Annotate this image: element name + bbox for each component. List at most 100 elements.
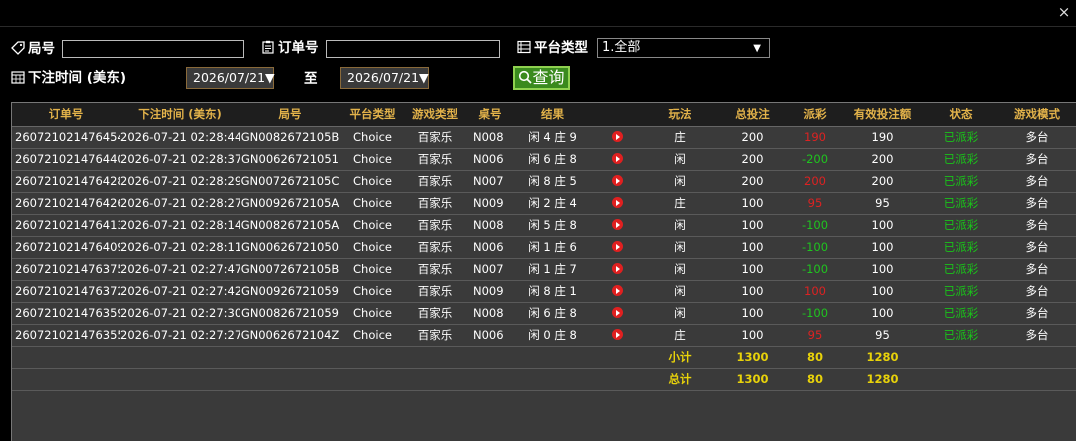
- summary-empty-cell: [925, 346, 997, 369]
- play-icon[interactable]: [612, 131, 623, 142]
- table-cell-result: 闲 1 庄 6: [515, 236, 590, 259]
- table-cell-payout: -100: [790, 236, 840, 259]
- table-row: 260721021476413 2026-07-21 02:28:14 GN0082…: [12, 214, 1076, 237]
- table-cell-game: 百家乐: [405, 302, 465, 325]
- table-cell-round: GN0072672105B: [240, 258, 340, 281]
- table-cell-game: 百家乐: [405, 192, 465, 215]
- summary-empty-cell: [515, 346, 590, 369]
- tag-icon: [11, 41, 25, 55]
- table-cell-result: 闲 8 庄 1: [515, 280, 590, 303]
- table-cell-mode: 多台: [997, 302, 1076, 325]
- header-table-no: 桌号: [465, 103, 515, 127]
- play-icon[interactable]: [612, 153, 623, 164]
- table-cell-replay: [590, 258, 645, 281]
- header-result: 结果: [515, 103, 590, 127]
- table-cell-payout: 100: [790, 280, 840, 303]
- date-to-picker[interactable]: 2026/07/21▼: [340, 67, 429, 89]
- table-cell-status: 已派彩: [925, 148, 997, 171]
- summary-total: 1300: [715, 368, 790, 391]
- table-cell-replay: [590, 280, 645, 303]
- bet-records-table: 订单号 下注时间 (美东) 局号 平台类型 游戏类型 桌号 结果 玩法 总投注 …: [11, 102, 1076, 441]
- summary-empty-cell: [240, 368, 340, 391]
- table-cell-total: 100: [715, 280, 790, 303]
- table-cell-order: 260721021476440: [12, 148, 120, 171]
- table-cell-order: 260721021476359: [12, 302, 120, 325]
- table-cell-mode: 多台: [997, 236, 1076, 259]
- close-icon[interactable]: ×: [1056, 3, 1072, 21]
- table-cell-mode: 多台: [997, 192, 1076, 215]
- header-replay: [590, 103, 645, 127]
- table-cell-table-no: N009: [465, 192, 515, 215]
- platform-selected-value: 1.全部: [602, 40, 641, 55]
- table-cell-platform: Choice: [340, 214, 405, 237]
- table-cell-result: 闲 8 庄 5: [515, 170, 590, 193]
- play-icon[interactable]: [612, 329, 623, 340]
- table-cell-valid: 100: [840, 302, 925, 325]
- query-button[interactable]: 查询: [513, 66, 570, 90]
- table-cell-status: 已派彩: [925, 236, 997, 259]
- table-row: 260721021476372 2026-07-21 02:27:42 GN0092…: [12, 280, 1076, 303]
- play-icon[interactable]: [612, 263, 623, 274]
- table-cell-valid: 100: [840, 280, 925, 303]
- table-cell-bet-type: 庄: [645, 324, 715, 347]
- round-number-input[interactable]: [62, 40, 244, 58]
- table-cell-round: GN00626721051: [240, 148, 340, 171]
- table-cell-game: 百家乐: [405, 236, 465, 259]
- summary-payout: 80: [790, 368, 840, 391]
- table-cell-bet-type: 闲: [645, 258, 715, 281]
- table-cell-order: 260721021476426: [12, 192, 120, 215]
- summary-valid: 1280: [840, 368, 925, 391]
- table-cell-time: 2026-07-21 02:27:42: [120, 280, 240, 303]
- table-cell-mode: 多台: [997, 280, 1076, 303]
- summary-label: 总计: [645, 368, 715, 391]
- play-icon[interactable]: [612, 219, 623, 230]
- table-cell-bet-type: 闲: [645, 236, 715, 259]
- table-cell-payout: 190: [790, 126, 840, 149]
- summary-valid: 1280: [840, 346, 925, 369]
- play-icon[interactable]: [612, 307, 623, 318]
- table-cell-game: 百家乐: [405, 126, 465, 149]
- summary-empty-cell: [590, 346, 645, 369]
- table-cell-round: GN0082672105A: [240, 214, 340, 237]
- table-cell-bet-type: 庄: [645, 126, 715, 149]
- table-cell-round: GN00926721059: [240, 280, 340, 303]
- table-cell-valid: 100: [840, 214, 925, 237]
- order-label-text: 订单号: [278, 40, 319, 56]
- table-cell-result: 闲 4 庄 9: [515, 126, 590, 149]
- table-cell-order: 260721021476454: [12, 126, 120, 149]
- round-label: 局号: [11, 40, 55, 58]
- play-icon[interactable]: [612, 285, 623, 296]
- summary-empty-cell: [12, 368, 120, 391]
- platform-select[interactable]: 1.全部 ▼: [597, 38, 770, 58]
- play-icon[interactable]: [612, 175, 623, 186]
- summary-empty-cell: [997, 368, 1076, 391]
- header-game-mode: 游戏模式: [997, 103, 1076, 127]
- table-cell-payout: -100: [790, 302, 840, 325]
- date-from-picker[interactable]: 2026/07/21▼: [186, 67, 275, 89]
- summary-empty-cell: [240, 346, 340, 369]
- play-icon[interactable]: [612, 241, 623, 252]
- table-cell-time: 2026-07-21 02:27:30: [120, 302, 240, 325]
- order-number-input[interactable]: [326, 40, 500, 58]
- summary-empty-cell: [465, 368, 515, 391]
- table-cell-result: 闲 6 庄 8: [515, 148, 590, 171]
- table-cell-mode: 多台: [997, 126, 1076, 149]
- table-cell-platform: Choice: [340, 148, 405, 171]
- summary-label: 小计: [645, 346, 715, 369]
- table-cell-table-no: N007: [465, 170, 515, 193]
- summary-empty-cell: [997, 346, 1076, 369]
- table-cell-game: 百家乐: [405, 280, 465, 303]
- table-cell-round: GN0092672105A: [240, 192, 340, 215]
- table-cell-time: 2026-07-21 02:27:27: [120, 324, 240, 347]
- summary-empty-cell: [925, 368, 997, 391]
- summary-payout: 80: [790, 346, 840, 369]
- table-cell-total: 200: [715, 126, 790, 149]
- table-cell-time: 2026-07-21 02:27:47: [120, 258, 240, 281]
- query-button-label: 查询: [532, 68, 565, 87]
- play-icon[interactable]: [612, 197, 623, 208]
- table-row: 260721021476426 2026-07-21 02:28:27 GN0092…: [12, 192, 1076, 215]
- table-cell-mode: 多台: [997, 258, 1076, 281]
- header-order: 订单号: [12, 103, 120, 127]
- table-cell-replay: [590, 214, 645, 237]
- table-cell-status: 已派彩: [925, 214, 997, 237]
